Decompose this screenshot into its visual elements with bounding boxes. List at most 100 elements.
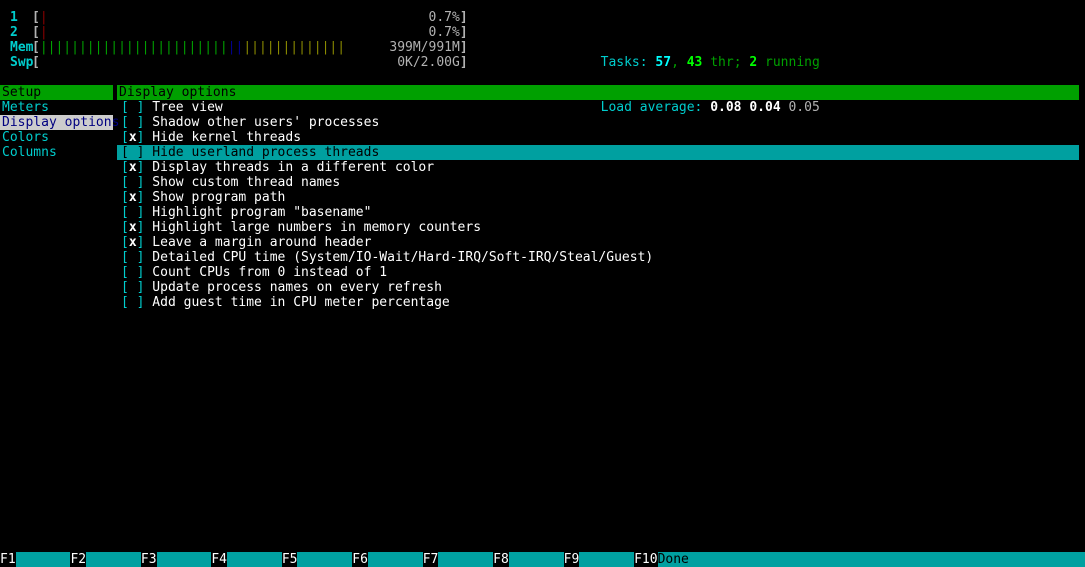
display-options-panel-title-label: Display options [119, 85, 237, 100]
checkbox-bracket-open: [ [121, 190, 129, 205]
meter-value-cpu-2: 0.7% [428, 25, 460, 40]
option-row[interactable]: [x] Show program path [117, 190, 1079, 205]
checkbox-unchecked-icon[interactable] [129, 280, 137, 295]
option-row[interactable]: [x] Leave a margin around header [117, 235, 1079, 250]
function-key-f5[interactable]: F5 [281, 552, 353, 567]
tasks-total-value: 57 [655, 55, 672, 70]
meter-value-memory: 399M/991M [389, 40, 460, 55]
setup-sidebar: Meters Display options Colors Columns [0, 100, 119, 160]
function-key-f1[interactable]: F1 [0, 552, 71, 567]
function-key-number: F1 [0, 552, 16, 567]
function-key-label [15, 552, 71, 567]
function-key-label [297, 552, 353, 567]
option-row[interactable]: [ ] Detailed CPU time (System/IO-Wait/Ha… [117, 250, 1079, 265]
option-row[interactable]: [ ] Show custom thread names [117, 175, 1079, 190]
function-key-f6[interactable]: F6 [352, 552, 423, 567]
option-label: Count CPUs from 0 instead of 1 [144, 265, 388, 280]
function-key-label: Done [657, 552, 1085, 567]
checkbox-bracket-open: [ [121, 280, 129, 295]
meter-bar-swap: 0K/2.00G [40, 55, 460, 70]
option-row[interactable]: [x] Display threads in a different color [117, 160, 1079, 175]
function-key-number: F6 [352, 552, 368, 567]
option-label: Show program path [144, 190, 286, 205]
meter-bar-segment: | [39, 10, 48, 25]
checkbox-unchecked-icon[interactable] [129, 175, 137, 190]
option-row[interactable]: [ ] Hide userland process threads [117, 145, 1079, 160]
function-key-f8[interactable]: F8 [493, 552, 564, 567]
checkbox-bracket-open: [ [121, 145, 129, 160]
meter-value-cpu-1: 0.7% [428, 10, 460, 25]
option-row[interactable]: [ ] Highlight program "basename" [117, 205, 1079, 220]
checkbox-bracket-open: [ [121, 295, 129, 310]
checkbox-unchecked-icon[interactable] [129, 250, 137, 265]
checkbox-checked-icon[interactable]: x [129, 130, 137, 145]
function-key-f2[interactable]: F2 [70, 552, 141, 567]
option-row[interactable]: [x] Hide kernel threads [117, 130, 1079, 145]
checkbox-unchecked-icon[interactable] [129, 115, 137, 130]
function-key-f9[interactable]: F9 [563, 552, 635, 567]
checkbox-bracket-open: [ [121, 130, 129, 145]
running-value: 2 [749, 55, 758, 70]
option-label: Leave a margin around header [144, 235, 372, 250]
checkbox-unchecked-icon[interactable] [129, 295, 137, 310]
option-row[interactable]: [ ] Add guest time in CPU meter percenta… [117, 295, 1079, 310]
meter-bar-segment: | [39, 25, 48, 40]
setup-panel-title-label: Setup [2, 85, 42, 100]
checkbox-checked-icon[interactable]: x [129, 220, 137, 235]
option-label: Highlight large numbers in memory counte… [144, 220, 482, 235]
sidebar-item-meters[interactable]: Meters [0, 100, 113, 115]
checkbox-checked-icon[interactable]: x [129, 235, 137, 250]
function-key-number: F2 [70, 552, 87, 567]
checkbox-checked-icon[interactable]: x [129, 190, 137, 205]
option-row[interactable]: [x] Highlight large numbers in memory co… [117, 220, 1079, 235]
checkbox-bracket-open: [ [121, 100, 129, 115]
checkbox-bracket-open: [ [121, 220, 129, 235]
function-key-f7[interactable]: F7 [422, 552, 494, 567]
option-row[interactable]: [ ] Shadow other users' processes [117, 115, 1079, 130]
meter-bracket-close: ] [459, 40, 468, 55]
sidebar-item-columns[interactable]: Columns [0, 145, 113, 160]
display-options-panel-title: Display options [117, 85, 1079, 100]
meter-bracket-close: ] [459, 55, 468, 70]
function-key-label [86, 552, 141, 567]
htop-setup-screen: 1 [| 0.7%] 2 [| 0.7%] Mem[||||||||||||||||… [0, 0, 1085, 567]
checkbox-unchecked-icon[interactable] [129, 205, 137, 220]
function-key-f10[interactable]: F10Done [634, 552, 1085, 567]
function-key-number: F5 [281, 552, 298, 567]
option-row[interactable]: [ ] Update process names on every refres… [117, 280, 1079, 295]
function-key-number: F10 [634, 552, 658, 567]
checkbox-bracket-open: [ [121, 265, 129, 280]
checkbox-unchecked-icon[interactable] [129, 265, 137, 280]
display-options-list: [ ] Tree view[ ] Shadow other users' pro… [117, 100, 1079, 310]
checkbox-bracket-open: [ [121, 250, 129, 265]
running-label: running [757, 55, 820, 70]
option-label: Highlight program "basename" [144, 205, 372, 220]
meter-bracket-open: [ [32, 10, 40, 25]
function-key-label [156, 552, 212, 567]
function-key-number: F8 [493, 552, 509, 567]
option-row[interactable]: [ ] Tree view [117, 100, 1079, 115]
meter-bar-cpu-2: | 0.7% [40, 25, 460, 40]
function-key-bar: F1 F2 F3 F4 F5 F6 F7 F8 F9 F10Done [0, 552, 1085, 567]
meter-bar-segment: |||||||||||||||||||||||| [39, 40, 228, 55]
meter-bracket-open: [ [32, 25, 40, 40]
option-label: Add guest time in CPU meter percentage [144, 295, 450, 310]
checkbox-unchecked-icon[interactable] [129, 145, 137, 160]
checkbox-bracket-open: [ [121, 235, 129, 250]
function-key-f4[interactable]: F4 [211, 552, 282, 567]
checkbox-bracket-open: [ [121, 205, 129, 220]
meter-label-cpu-2: 2 [10, 25, 26, 40]
function-key-f3[interactable]: F3 [140, 552, 212, 567]
checkbox-checked-icon[interactable]: x [129, 160, 137, 175]
sidebar-item-colors[interactable]: Colors [0, 130, 113, 145]
threads-value: 43 [686, 55, 703, 70]
option-label: Show custom thread names [144, 175, 341, 190]
checkbox-unchecked-icon[interactable] [129, 100, 137, 115]
sidebar-item-label: Colors [2, 130, 49, 145]
checkbox-bracket-open: [ [121, 160, 129, 175]
function-key-label [579, 552, 635, 567]
meter-cpu-1: 1 [| 0.7%] [10, 10, 530, 25]
option-row[interactable]: [ ] Count CPUs from 0 instead of 1 [117, 265, 1079, 280]
function-key-number: F7 [422, 552, 439, 567]
sidebar-item-display-options[interactable]: Display options [0, 115, 119, 130]
